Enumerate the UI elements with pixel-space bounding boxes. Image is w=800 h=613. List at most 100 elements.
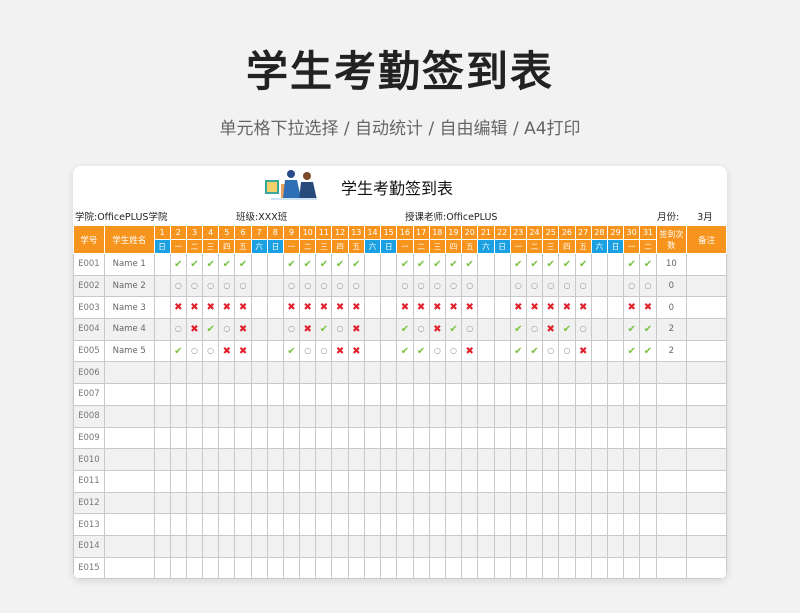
attendance-cell[interactable] [380,339,398,363]
attendance-cell[interactable] [234,556,252,579]
attendance-cell[interactable] [234,534,252,558]
attendance-cell[interactable] [250,318,268,341]
attendance-cell[interactable] [477,556,495,579]
attendance-cell[interactable]: ○ [558,339,576,363]
attendance-cell[interactable] [363,404,382,428]
attendance-cell[interactable] [590,404,608,428]
attendance-cell[interactable] [574,383,592,406]
attendance-cell[interactable] [412,361,430,385]
attendance-cell[interactable]: ✖ [623,296,641,320]
attendance-cell[interactable]: ✔ [558,318,576,341]
attendance-cell[interactable]: ○ [574,318,592,341]
attendance-cell[interactable] [153,556,171,579]
attendance-cell[interactable] [266,361,284,385]
attendance-cell[interactable] [315,556,333,579]
attendance-cell[interactable] [250,296,268,320]
student-name[interactable] [103,448,155,471]
attendance-cell[interactable] [477,513,495,536]
attendance-cell[interactable]: ✔ [396,253,414,276]
attendance-cell[interactable] [623,426,641,450]
attendance-cell[interactable]: ✔ [444,253,463,276]
attendance-cell[interactable] [590,491,608,515]
attendance-cell[interactable] [202,426,220,450]
attendance-cell[interactable] [444,361,463,385]
attendance-cell[interactable]: ○ [542,339,560,363]
attendance-cell[interactable] [542,513,560,536]
attendance-cell[interactable] [639,469,657,493]
attendance-cell[interactable] [153,274,171,298]
attendance-cell[interactable]: ✖ [218,296,236,320]
note-cell[interactable] [686,274,727,298]
attendance-cell[interactable] [444,534,463,558]
attendance-cell[interactable] [493,469,511,493]
attendance-cell[interactable]: ○ [525,274,544,298]
attendance-cell[interactable] [493,491,511,515]
attendance-cell[interactable] [623,383,641,406]
attendance-cell[interactable]: ○ [299,339,317,363]
attendance-cell[interactable]: ○ [331,318,349,341]
attendance-cell[interactable] [347,383,365,406]
attendance-cell[interactable]: ○ [461,318,479,341]
attendance-cell[interactable] [218,404,236,428]
attendance-cell[interactable] [266,404,284,428]
attendance-cell[interactable] [331,513,349,536]
attendance-cell[interactable] [428,404,446,428]
attendance-cell[interactable] [266,491,284,515]
attendance-cell[interactable] [153,253,171,276]
attendance-cell[interactable] [153,361,171,385]
attendance-cell[interactable]: ○ [218,318,236,341]
attendance-cell[interactable] [493,318,511,341]
attendance-cell[interactable] [493,513,511,536]
attendance-cell[interactable] [542,491,560,515]
attendance-cell[interactable] [250,383,268,406]
attendance-cell[interactable] [444,556,463,579]
note-cell[interactable] [686,513,727,536]
attendance-cell[interactable]: ✖ [412,296,430,320]
attendance-cell[interactable] [412,383,430,406]
attendance-cell[interactable] [509,491,527,515]
attendance-cell[interactable]: ✖ [202,296,220,320]
attendance-cell[interactable] [606,448,625,471]
note-cell[interactable] [686,253,727,276]
attendance-cell[interactable] [606,318,625,341]
student-name[interactable] [103,361,155,385]
attendance-cell[interactable]: ○ [558,274,576,298]
attendance-cell[interactable] [606,383,625,406]
attendance-cell[interactable] [444,491,463,515]
student-name[interactable] [103,469,155,493]
attendance-cell[interactable] [202,491,220,515]
attendance-cell[interactable] [153,404,171,428]
attendance-cell[interactable] [282,383,301,406]
attendance-cell[interactable] [266,383,284,406]
attendance-cell[interactable]: ○ [169,274,187,298]
note-cell[interactable] [686,426,727,450]
attendance-cell[interactable] [477,448,495,471]
attendance-cell[interactable]: ✖ [347,296,365,320]
attendance-cell[interactable] [380,469,398,493]
attendance-cell[interactable]: ✖ [234,296,252,320]
attendance-cell[interactable] [266,513,284,536]
attendance-cell[interactable] [412,426,430,450]
attendance-cell[interactable] [477,404,495,428]
attendance-cell[interactable]: ✔ [282,339,301,363]
attendance-cell[interactable] [493,426,511,450]
student-name[interactable] [103,383,155,406]
attendance-cell[interactable] [234,426,252,450]
attendance-cell[interactable]: ✔ [299,253,317,276]
attendance-cell[interactable] [461,534,479,558]
attendance-cell[interactable] [509,556,527,579]
attendance-cell[interactable] [574,426,592,450]
attendance-cell[interactable] [542,426,560,450]
attendance-cell[interactable] [380,383,398,406]
attendance-cell[interactable] [250,404,268,428]
attendance-cell[interactable] [558,534,576,558]
attendance-cell[interactable] [590,253,608,276]
attendance-cell[interactable] [169,469,187,493]
attendance-cell[interactable] [380,296,398,320]
attendance-cell[interactable] [428,534,446,558]
attendance-cell[interactable] [606,361,625,385]
attendance-cell[interactable] [331,361,349,385]
attendance-cell[interactable] [234,491,252,515]
attendance-cell[interactable]: ✔ [428,253,446,276]
attendance-cell[interactable]: ✔ [396,318,414,341]
